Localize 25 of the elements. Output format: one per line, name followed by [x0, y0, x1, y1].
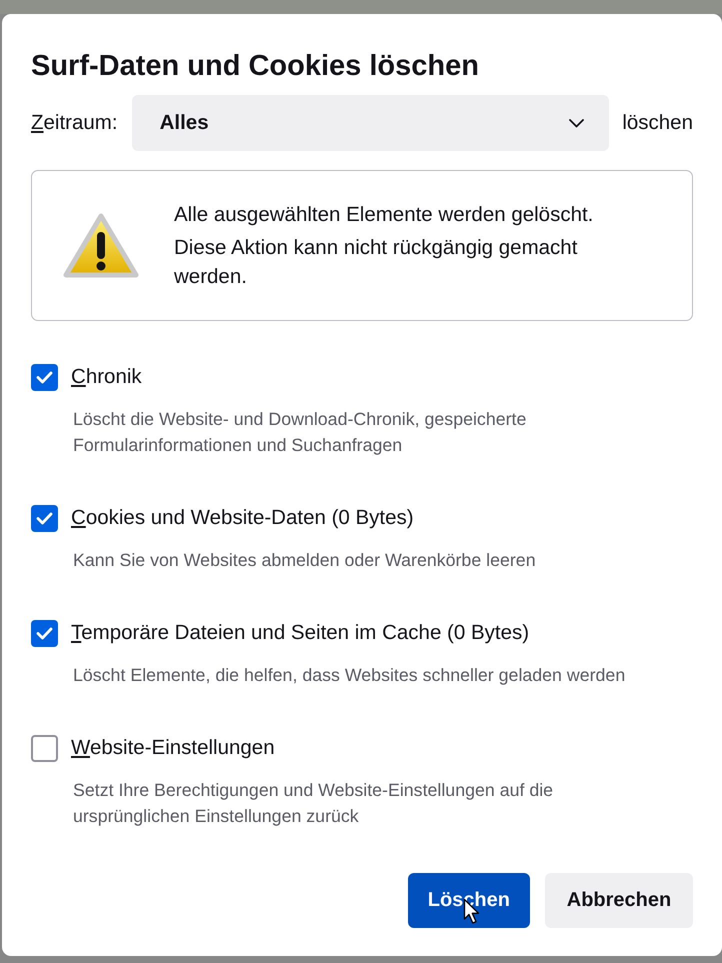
warning-icon: [63, 212, 139, 278]
checkmark-icon: [36, 626, 53, 640]
time-range-label: Zeitraum:: [31, 111, 118, 135]
checkbox-label[interactable]: Chronik: [71, 365, 142, 389]
checkbox-label[interactable]: Cookies und Website-Daten (0 Bytes): [71, 506, 414, 530]
checkbox[interactable]: [31, 734, 58, 762]
checkmark-icon: [36, 370, 53, 384]
checkmark-icon: [36, 512, 53, 524]
dialog-button[interactable]: Abbrechen: [545, 873, 693, 928]
checkbox[interactable]: [31, 620, 58, 646]
checkbox-label[interactable]: Website-Einstellungen: [71, 736, 275, 760]
option-description: Löscht die Website- und Download-Chronik, gespeicherte Formularinformationen und Suchanfragen: [73, 408, 528, 457]
time-range-dropdown[interactable]: Alles: [132, 95, 610, 151]
checkbox[interactable]: [31, 364, 58, 390]
checkbox-label[interactable]: Temporäre Dateien und Seiten im Cache (0 Bytes): [71, 621, 530, 645]
option-description: Löscht Elemente, die helfen, dass Websites schneller geladen werden: [73, 664, 626, 687]
time-range-suffix: löschen: [622, 111, 693, 135]
dialog-button[interactable]: Löschen: [408, 873, 530, 928]
chevron-down-icon: [569, 118, 584, 128]
dialog-title: Surf-Daten und Cookies löschen: [31, 49, 480, 83]
option-description: Setzt Ihre Berechtigungen und Website-Einstellungen auf die ursprünglichen Einstellungen zurück: [73, 779, 554, 828]
warning-text: Diese Aktion kann nicht rückgängig gemacht werden.: [174, 235, 578, 290]
warning-text: Alle ausgewählten Elemente werden gelöscht.: [174, 202, 594, 228]
checkbox[interactable]: [31, 504, 58, 532]
option-description: Kann Sie von Websites abmelden oder Warenkörbe leeren: [73, 549, 537, 572]
